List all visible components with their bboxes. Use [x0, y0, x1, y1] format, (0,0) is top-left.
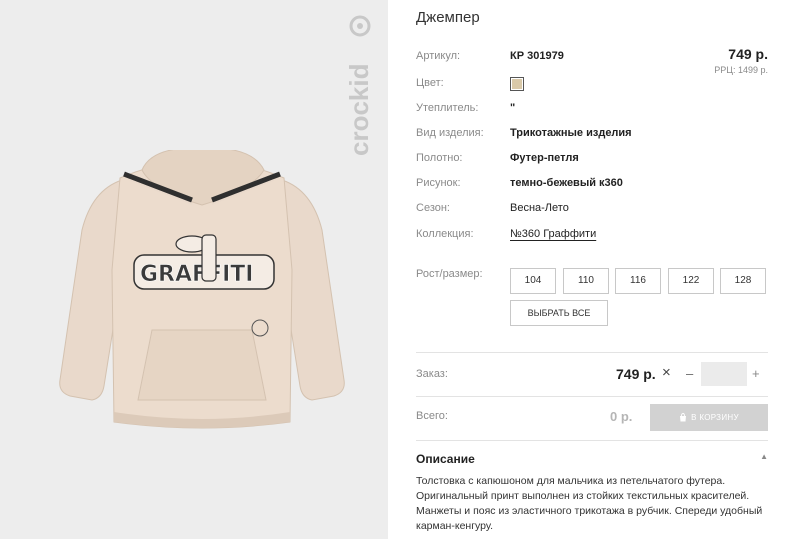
add-to-cart-label: В КОРЗИНУ — [691, 412, 739, 422]
attr-pattern-label: Рисунок: — [416, 177, 461, 189]
attr-fabric-label: Полотно: — [416, 152, 463, 164]
total-label: Всего: — [416, 410, 448, 422]
product-title: Джемпер — [416, 9, 480, 26]
divider — [416, 440, 768, 441]
svg-text:GRAFFITI: GRAFFITI — [140, 262, 253, 287]
size-option-116[interactable]: 116 — [615, 268, 661, 294]
size-label: Рост/размер: — [416, 268, 483, 280]
brand-logo-text: crockid — [346, 64, 374, 157]
description-text: Толстовка с капюшоном для мальчика из пе… — [416, 475, 763, 532]
attr-insulation-label: Утеплитель: — [416, 102, 479, 114]
attr-article-value: КР 301979 — [510, 50, 564, 62]
attr-article-label: Артикул: — [416, 50, 461, 62]
attr-fabric: Полотно: Футер-петля — [416, 150, 768, 168]
attr-season-value: Весна-Лето — [510, 202, 569, 214]
multiply-sign: × — [662, 364, 671, 381]
attr-season: Сезон: Весна-Лето — [416, 200, 768, 218]
collapse-caret-icon[interactable]: ▲ — [760, 452, 768, 461]
attr-pattern-value: темно-бежевый к360 — [510, 177, 623, 189]
size-option-122[interactable]: 122 — [668, 268, 714, 294]
attr-pattern: Рисунок: темно-бежевый к360 — [416, 175, 768, 193]
attr-collection-label: Коллекция: — [416, 228, 474, 240]
description-title[interactable]: Описание — [416, 452, 475, 466]
attr-collection: Коллекция: №360 Граффити — [416, 226, 768, 244]
product-price: 749 р. — [728, 46, 768, 62]
attr-color-label: Цвет: — [416, 77, 444, 89]
attr-insulation-value: " — [510, 102, 516, 114]
cart-icon — [680, 413, 687, 422]
total-value: 0 р. — [610, 409, 633, 424]
attr-item-type-value: Трикотажные изделия — [510, 127, 632, 139]
order-label: Заказ: — [416, 368, 448, 380]
size-option-104[interactable]: 104 — [510, 268, 556, 294]
select-all-button[interactable]: ВЫБРАТЬ ВСЕ — [510, 300, 608, 326]
order-unit-price: 749 р. — [616, 366, 656, 382]
attr-article: Артикул: КР 301979 — [416, 48, 768, 66]
product-details: Джемпер Артикул: КР 301979 749 р. РРЦ: 1… — [416, 0, 768, 539]
divider — [416, 352, 768, 353]
brand-logo: crockid — [346, 15, 374, 157]
attr-fabric-value: Футер-петля — [510, 152, 579, 164]
product-rrp: РРЦ: 1499 р. — [714, 65, 768, 75]
decrement-button[interactable]: – — [686, 366, 693, 381]
product-image-panel[interactable]: crockid GRAFFITI — [0, 0, 388, 539]
quantity-input[interactable] — [701, 362, 747, 386]
hoodie-image: GRAFFITI — [59, 150, 345, 429]
attr-color: Цвет: — [416, 75, 768, 93]
attr-item-type: Вид изделия: Трикотажные изделия — [416, 125, 768, 143]
divider — [416, 396, 768, 397]
add-to-cart-button[interactable]: В КОРЗИНУ — [650, 404, 768, 431]
increment-button[interactable]: + — [752, 366, 760, 381]
color-swatch[interactable] — [510, 77, 524, 91]
size-option-110[interactable]: 110 — [563, 268, 609, 294]
attr-season-label: Сезон: — [416, 202, 450, 214]
collection-link[interactable]: №360 Граффити — [510, 228, 596, 240]
size-option-128[interactable]: 128 — [720, 268, 766, 294]
attr-item-type-label: Вид изделия: — [416, 127, 484, 139]
attr-insulation: Утеплитель: " — [416, 100, 768, 118]
